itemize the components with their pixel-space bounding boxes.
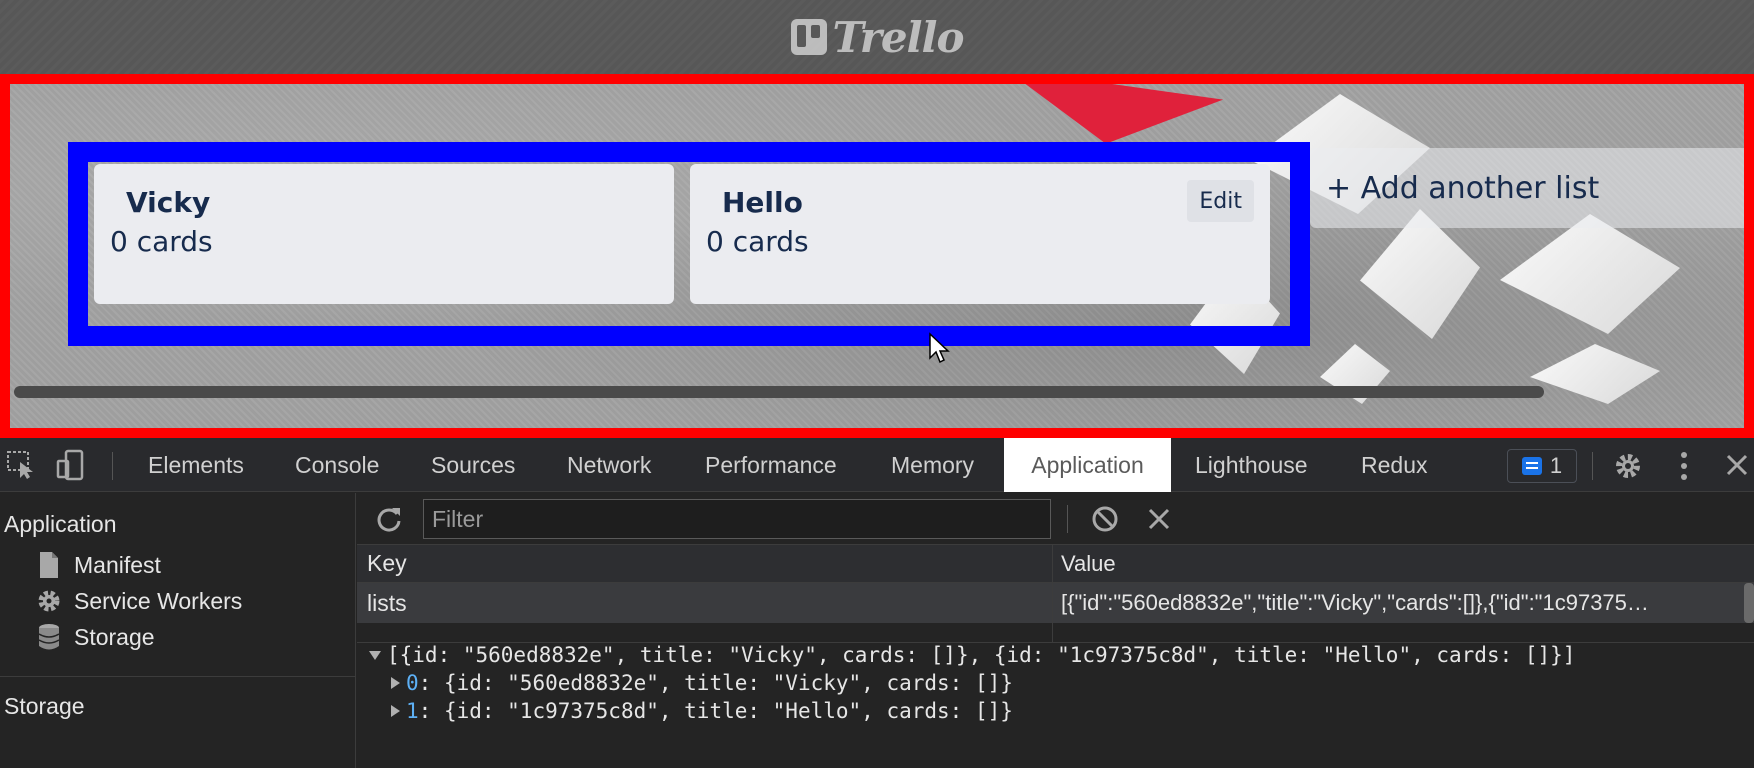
tab-memory[interactable]: Memory <box>891 438 974 492</box>
sidebar-item-label: Manifest <box>74 551 161 578</box>
table-row[interactable]: lists [{"id":"560ed8832e","title":"Vicky… <box>357 583 1754 623</box>
sidebar-item-service-workers[interactable]: Service Workers <box>36 587 242 615</box>
gear-icon <box>38 590 60 612</box>
sidebar-heading-storage[interactable]: Storage <box>4 693 85 720</box>
column-header-key[interactable]: Key <box>367 545 407 582</box>
preview-item-text: : {id: "1c97375c8d", title: "Hello", car… <box>418 699 1013 723</box>
file-icon <box>40 552 58 578</box>
close-icon[interactable] <box>1724 452 1750 478</box>
sidebar-item-storage[interactable]: Storage <box>36 623 155 651</box>
tab-console[interactable]: Console <box>295 438 379 492</box>
message-icon <box>1521 457 1542 475</box>
gear-icon[interactable] <box>1612 450 1644 482</box>
inspect-element-icon[interactable] <box>6 450 38 480</box>
paper-boat-decoration <box>1530 344 1660 404</box>
edit-list-button[interactable]: Edit <box>1187 180 1254 222</box>
storage-view: Key Value lists [{"id":"560ed8832e","tit… <box>357 493 1754 768</box>
devtools-panel: Elements Console Sources Network Perform… <box>0 438 1754 768</box>
table-vertical-scrollbar[interactable] <box>1744 583 1754 623</box>
database-icon <box>38 624 60 650</box>
application-sidebar: Application Manifest Service Workers Sto… <box>0 493 356 768</box>
clear-all-icon[interactable] <box>1091 505 1119 533</box>
row-value: [{"id":"560ed8832e","title":"Vicky","car… <box>1061 590 1649 615</box>
mouse-pointer-icon <box>929 332 950 364</box>
list-card-vicky[interactable]: Vicky 0 cards <box>94 164 674 304</box>
add-another-list-button[interactable]: + Add another list <box>1310 148 1744 228</box>
collapse-arrow-icon[interactable] <box>391 677 400 689</box>
delete-selected-icon[interactable] <box>1147 507 1171 531</box>
more-options-icon[interactable] <box>1676 450 1692 482</box>
tab-elements[interactable]: Elements <box>148 438 244 492</box>
trello-board-icon <box>790 19 827 55</box>
tab-application[interactable]: Application <box>1004 438 1171 492</box>
device-toolbar-icon[interactable] <box>56 449 86 481</box>
devtools-toolbar: Elements Console Sources Network Perform… <box>0 438 1754 492</box>
preview-item-index: 0 <box>406 671 419 695</box>
tab-performance[interactable]: Performance <box>705 438 837 492</box>
filter-input[interactable] <box>423 499 1051 539</box>
preview-item-row[interactable]: 0 : {id: "560ed8832e", title: "Vicky", c… <box>391 671 1013 695</box>
issues-count: 1 <box>1549 453 1563 478</box>
sidebar-item-label: Storage <box>74 623 155 650</box>
board-horizontal-scrollbar[interactable] <box>14 386 1544 398</box>
trello-logo[interactable]: Trello <box>790 12 965 62</box>
paper-boat-decoration <box>1500 214 1680 334</box>
preview-item-row[interactable]: 1 : {id: "1c97375c8d", title: "Hello", c… <box>391 699 1013 723</box>
tab-sources[interactable]: Sources <box>431 438 515 492</box>
column-header-value[interactable]: Value <box>1061 545 1741 582</box>
toolbar-divider <box>1592 452 1593 480</box>
sidebar-item-manifest[interactable]: Manifest <box>36 551 161 579</box>
filter-toolbar <box>357 493 1754 545</box>
lists-highlight-outline: Vicky 0 cards Hello 0 cards Edit <box>68 142 1310 364</box>
row-key: lists <box>367 589 407 616</box>
tab-lighthouse[interactable]: Lighthouse <box>1195 438 1308 492</box>
expand-arrow-icon[interactable] <box>369 650 381 660</box>
list-title: Hello <box>722 186 803 219</box>
refresh-icon[interactable] <box>375 505 403 533</box>
toolbar-divider <box>112 452 113 480</box>
table-header: Key Value <box>357 545 1754 583</box>
preview-item-text: : {id: "560ed8832e", title: "Vicky", car… <box>418 671 1013 695</box>
paper-boat-decoration <box>1360 209 1480 339</box>
logo-text: Trello <box>832 12 965 62</box>
toolbar-divider <box>1067 505 1068 533</box>
preview-summary-row[interactable]: [{id: "560ed8832e", title: "Vicky", card… <box>369 643 1575 667</box>
preview-summary-text: [{id: "560ed8832e", title: "Vicky", card… <box>387 643 1576 667</box>
board-highlight-outline: Vicky 0 cards Hello 0 cards Edit + Add a… <box>0 74 1754 438</box>
tab-network[interactable]: Network <box>567 438 651 492</box>
app-header: Trello <box>0 0 1754 74</box>
list-title: Vicky <box>126 186 211 219</box>
empty-row <box>357 623 1754 643</box>
list-card-count: 0 cards <box>706 225 809 258</box>
column-divider[interactable] <box>1052 545 1053 643</box>
list-card-count: 0 cards <box>110 225 213 258</box>
board-canvas: Vicky 0 cards Hello 0 cards Edit + Add a… <box>10 84 1744 428</box>
preview-item-index: 1 <box>406 699 419 723</box>
sidebar-divider <box>0 676 356 677</box>
list-card-hello[interactable]: Hello 0 cards Edit <box>690 164 1270 304</box>
issues-badge[interactable]: 1 <box>1507 449 1577 483</box>
sidebar-heading-application[interactable]: Application <box>4 511 117 538</box>
collapse-arrow-icon[interactable] <box>391 705 400 717</box>
tab-redux[interactable]: Redux <box>1361 438 1427 492</box>
sidebar-item-label: Service Workers <box>74 587 243 614</box>
